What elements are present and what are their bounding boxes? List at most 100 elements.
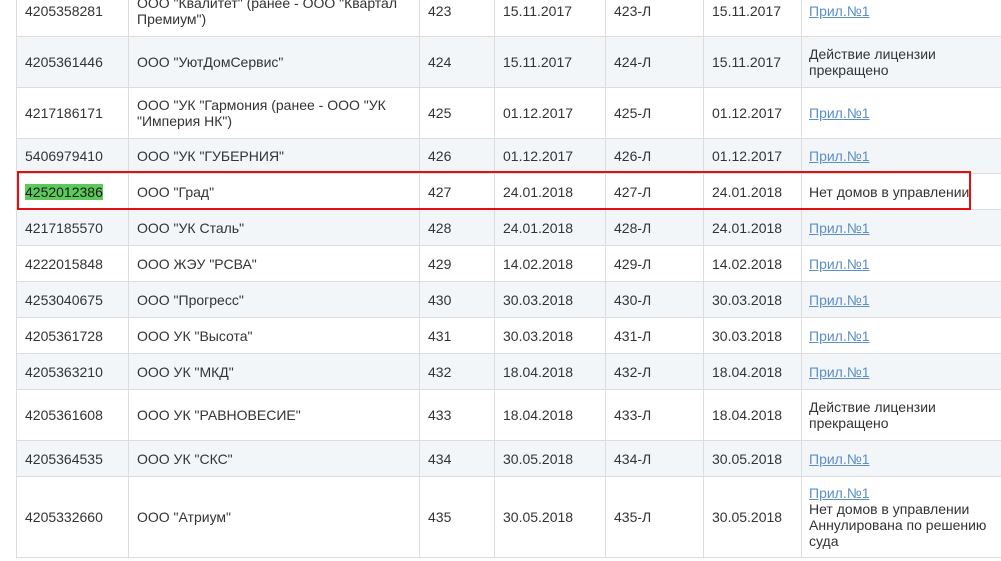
appendix-link[interactable]: Прил.№1 — [809, 256, 997, 272]
decision-date: 24.01.2018 — [503, 219, 574, 236]
license-number: 429-Л — [614, 255, 652, 272]
license-date: 15.11.2017 — [712, 54, 782, 70]
note-cell: Прил.№1 — [801, 353, 1001, 390]
license-date: 14.02.2018 — [712, 255, 783, 272]
inn-value: 4217186171 — [25, 105, 103, 121]
license-number: 432-Л — [614, 363, 652, 380]
license-number: 425-Л — [614, 105, 652, 121]
registry-number: 424 — [428, 54, 452, 70]
table-body: 4205358281 ООО "Квалитет" (ранее - ООО "К… — [16, 0, 1001, 558]
decision-date: 18.04.2018 — [503, 407, 574, 423]
license-date-cell: 15.11.2017 — [703, 0, 802, 37]
inn-value: 4205364535 — [25, 450, 103, 467]
table-row: 4205361608 ООО УК "РАВНОВЕСИЕ" 433 18.04.20… — [16, 389, 1001, 441]
inn-cell: 4205361728 — [16, 317, 129, 354]
registry-number: 435 — [428, 509, 452, 525]
inn-value: 4205332660 — [25, 509, 103, 525]
note-cell: Прил.№1 — [801, 281, 1001, 318]
registry-number-cell: 428 — [419, 209, 495, 246]
registry-number: 432 — [428, 363, 452, 380]
decision-date: 30.03.2018 — [503, 327, 574, 344]
inn-cell: 4222015848 — [16, 245, 129, 282]
appendix-link[interactable]: Прил.№1 — [809, 364, 997, 380]
decision-date: 30.05.2018 — [503, 509, 574, 525]
registry-number: 425 — [428, 105, 452, 121]
appendix-link[interactable]: Прил.№1 — [809, 485, 997, 501]
note-text: Действие лицензии — [809, 46, 936, 62]
inn-cell: 4217186171 — [16, 87, 129, 139]
company-name: ООО "УК "ГУБЕРНИЯ" — [137, 148, 285, 164]
license-date-cell: 18.04.2018 — [703, 353, 802, 390]
table-row: 4205363210 ООО УК "МКД" 432 18.04.2018 432-Л… — [16, 353, 1001, 390]
company-name: ООО УК "СКС" — [137, 450, 233, 467]
license-date: 18.04.2018 — [712, 407, 783, 423]
license-date-cell: 01.12.2017 — [703, 138, 802, 174]
registry-number: 430 — [428, 291, 452, 308]
company-name-cell: ООО ЖЭУ "РСВА" — [128, 245, 420, 282]
appendix-link[interactable]: Прил.№1 — [809, 105, 997, 121]
registry-number-cell: 432 — [419, 353, 495, 390]
table-row: 4205332660 ООО "Атриум" 435 30.05.2018 435-Л… — [16, 476, 1001, 558]
license-date: 30.03.2018 — [712, 291, 783, 308]
license-date: 30.03.2018 — [712, 327, 783, 344]
appendix-link[interactable]: Прил.№1 — [809, 292, 997, 308]
company-name: ООО "Квалитет" (ранее - ООО "Квартал Пре… — [137, 0, 398, 27]
decision-date-cell: 30.05.2018 — [494, 440, 606, 477]
license-number: 431-Л — [614, 327, 652, 344]
registry-number: 426 — [428, 148, 452, 164]
license-date: 18.04.2018 — [712, 363, 783, 380]
license-date-cell: 24.01.2018 — [703, 173, 802, 210]
registry-page: 4205358281 ООО "Квалитет" (ранее - ООО "К… — [0, 0, 1001, 561]
registry-number-cell: 433 — [419, 389, 495, 441]
appendix-link[interactable]: Прил.№1 — [809, 451, 997, 467]
note-cell: Прил.№1 Нет домов в управлении Аннулирован… — [801, 476, 1001, 558]
license-registry-table: 4205358281 ООО "Квалитет" (ранее - ООО "К… — [16, 0, 1001, 558]
table-row: 4252012386 ООО "Град" 427 24.01.2018 427-Л 24… — [16, 173, 1001, 210]
table-row: 4222015848 ООО ЖЭУ "РСВА" 429 14.02.2018 429… — [16, 245, 1001, 282]
company-name: ООО "УютДомСервис" — [137, 54, 284, 70]
appendix-link[interactable]: Прил.№1 — [809, 220, 997, 236]
company-name: ООО "УК "Гармония (ранее - ООО "УК "Импе… — [137, 97, 386, 129]
table-row: 4205361446 ООО "УютДомСервис" 424 15.11.201… — [16, 36, 1001, 88]
registry-number: 428 — [428, 219, 452, 236]
company-name-cell: ООО "Град" — [128, 173, 420, 210]
registry-number: 434 — [428, 450, 452, 467]
license-date: 01.12.2017 — [712, 105, 783, 121]
decision-date-cell: 01.12.2017 — [494, 87, 606, 139]
note-cell: Прил.№1 — [801, 317, 1001, 354]
inn-cell: 4217185570 — [16, 209, 129, 246]
license-number-cell: 429-Л — [605, 245, 704, 282]
decision-date: 15.11.2017 — [503, 2, 573, 19]
license-date: 30.05.2018 — [712, 450, 783, 467]
license-number: 424-Л — [614, 54, 652, 70]
inn-value: 4205361608 — [25, 407, 103, 423]
company-name-cell: ООО "УК "Гармония (ранее - ООО "УК "Импе… — [128, 87, 420, 139]
license-number-cell: 435-Л — [605, 476, 704, 558]
table-row: 4217186171 ООО "УК "Гармония (ранее - ООО… — [16, 87, 1001, 139]
inn-cell: 4253040675 — [16, 281, 129, 318]
license-number-cell: 432-Л — [605, 353, 704, 390]
note-cell: Прил.№1 — [801, 209, 1001, 246]
license-date-cell: 30.05.2018 — [703, 476, 802, 558]
decision-date-cell: 14.02.2018 — [494, 245, 606, 282]
inn-value: 4205361728 — [25, 327, 103, 344]
license-number: 430-Л — [614, 291, 652, 308]
note-text: прекращено — [809, 62, 889, 78]
company-name: ООО УК "Высота" — [137, 327, 253, 344]
registry-number-cell: 427 — [419, 173, 495, 210]
inn-value: 4217185570 — [25, 219, 103, 236]
registry-number-cell: 434 — [419, 440, 495, 477]
inn-value: 4222015848 — [25, 255, 103, 272]
table-row: 4205361728 ООО УК "Высота" 431 30.03.2018 43… — [16, 317, 1001, 354]
inn-cell: 4205332660 — [16, 476, 129, 558]
appendix-link[interactable]: Прил.№1 — [809, 328, 997, 344]
registry-number-cell: 430 — [419, 281, 495, 318]
company-name-cell: ООО "Квалитет" (ранее - ООО "Квартал Пре… — [128, 0, 420, 37]
decision-date: 15.11.2017 — [503, 54, 573, 70]
appendix-link[interactable]: Прил.№1 — [809, 3, 997, 19]
license-number-cell: 434-Л — [605, 440, 704, 477]
decision-date-cell: 15.11.2017 — [494, 0, 606, 37]
license-date: 24.01.2018 — [712, 183, 783, 200]
license-date-cell: 18.04.2018 — [703, 389, 802, 441]
appendix-link[interactable]: Прил.№1 — [809, 148, 997, 164]
